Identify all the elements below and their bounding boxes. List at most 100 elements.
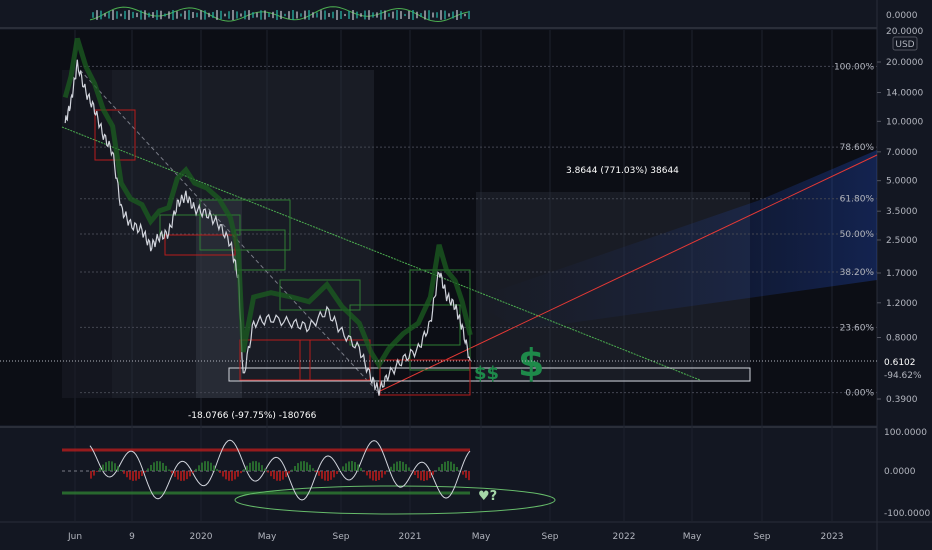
osc-histogram-bar bbox=[129, 471, 131, 480]
top-indicator-bar bbox=[168, 11, 170, 19]
osc-histogram-bar bbox=[267, 471, 269, 473]
osc-histogram-bar bbox=[153, 462, 155, 471]
osc-histogram-bar bbox=[450, 461, 452, 471]
osc-histogram-bar bbox=[102, 464, 104, 471]
top-indicator-bar bbox=[232, 10, 234, 20]
y-tick-label: 0.3900 bbox=[886, 395, 918, 405]
top-indicator-bar bbox=[264, 10, 266, 20]
osc-histogram-bar bbox=[126, 471, 128, 478]
osc-histogram-bar bbox=[99, 468, 101, 471]
top-indicator-bar bbox=[248, 10, 250, 20]
y-tick-label: 3.5000 bbox=[886, 207, 918, 217]
x-tick-label: May bbox=[258, 532, 277, 542]
top-indicator-bar bbox=[188, 10, 190, 20]
fib-label: 100.00% bbox=[834, 62, 874, 72]
x-tick-label: Sep bbox=[542, 532, 559, 542]
osc-histogram-bar bbox=[270, 471, 272, 477]
osc-histogram-bar bbox=[249, 462, 251, 471]
top-indicator-bar bbox=[456, 10, 458, 20]
osc-histogram-bar bbox=[399, 461, 401, 471]
osc-histogram-bar bbox=[393, 463, 395, 471]
osc-histogram-bar bbox=[273, 471, 275, 480]
osc-histogram-bar bbox=[201, 462, 203, 471]
osc-histogram-bar bbox=[366, 471, 368, 476]
top-indicator-bar bbox=[336, 10, 338, 20]
top-indicator-bar bbox=[140, 10, 142, 20]
top-indicator-bar bbox=[148, 12, 150, 18]
measure-up-label: 3.8644 (771.03%) 38644 bbox=[566, 166, 679, 176]
fib-label: 38.20% bbox=[840, 268, 875, 278]
osc-histogram-bar bbox=[183, 471, 185, 481]
osc-histogram-bar bbox=[438, 467, 440, 471]
osc-histogram-bar bbox=[123, 471, 125, 474]
osc-histogram-bar bbox=[345, 463, 347, 471]
osc-histogram-bar bbox=[225, 471, 227, 480]
osc-y-tick-label: -100.0000 bbox=[884, 509, 930, 519]
top-indicator-bar bbox=[196, 12, 198, 18]
osc-histogram-bar bbox=[354, 462, 356, 471]
osc-histogram-bar bbox=[408, 467, 410, 471]
osc-histogram-bar bbox=[144, 471, 146, 473]
top-indicator-bar bbox=[224, 13, 226, 17]
top-indicator-bar bbox=[208, 12, 210, 18]
top-indicator-bar bbox=[156, 10, 158, 20]
top-indicator-bar bbox=[364, 10, 366, 20]
osc-histogram-bar bbox=[207, 461, 209, 471]
osc-histogram-bar bbox=[150, 464, 152, 471]
osc-histogram-bar bbox=[306, 462, 308, 471]
top-indicator-bar bbox=[240, 13, 242, 17]
osc-histogram-bar bbox=[285, 471, 287, 478]
top-indicator-bar bbox=[344, 13, 346, 17]
top-indicator-bar bbox=[432, 12, 434, 18]
top-indicator-bar bbox=[212, 11, 214, 19]
osc-histogram-bar bbox=[321, 471, 323, 479]
top-indicator-bar bbox=[416, 11, 418, 19]
top-indicator-bar bbox=[320, 10, 322, 20]
top-indicator-bar bbox=[316, 12, 318, 18]
y-tick-label: 0.8000 bbox=[886, 334, 918, 344]
top-indicator-bar bbox=[308, 10, 310, 20]
top-indicator-bar bbox=[288, 11, 290, 19]
chart-canvas[interactable]: 100.00% 78.60% 61.80% 50.00% 38.20% 23.60% 0.0… bbox=[0, 0, 932, 550]
top-indicator-bar bbox=[268, 12, 270, 18]
top-indicator-bar bbox=[328, 13, 330, 17]
top-indicator-bar bbox=[348, 11, 350, 19]
osc-histogram-bar bbox=[420, 471, 422, 481]
osc-histogram-bar bbox=[282, 471, 284, 480]
top-indicator-bar bbox=[272, 11, 274, 19]
osc-histogram-bar bbox=[132, 471, 134, 481]
osc-histogram-bar bbox=[456, 467, 458, 471]
osc-histogram-bar bbox=[105, 462, 107, 471]
top-indicator-bar bbox=[404, 13, 406, 17]
y-tick-label: 10.0000 bbox=[886, 117, 923, 127]
osc-histogram-bar bbox=[309, 464, 311, 471]
osc-histogram-bar bbox=[429, 471, 431, 479]
top-indicator-bar bbox=[92, 12, 94, 18]
current-price-tag: 0.6102 bbox=[884, 358, 916, 368]
osc-histogram-bar bbox=[468, 471, 470, 481]
osc-histogram-bar bbox=[432, 471, 434, 475]
top-indicator-bar bbox=[300, 13, 302, 17]
osc-histogram-bar bbox=[213, 465, 215, 471]
osc-histogram-bar bbox=[297, 463, 299, 471]
osc-histogram-bar bbox=[318, 471, 320, 476]
osc-histogram-bar bbox=[342, 466, 344, 471]
y-tick-label: 1.7000 bbox=[886, 269, 918, 279]
osc-histogram-bar bbox=[372, 471, 374, 481]
fib-label: 50.00% bbox=[840, 230, 875, 240]
osc-histogram-bar bbox=[330, 471, 332, 480]
osc-histogram-bar bbox=[324, 471, 326, 481]
top-indicator-bar bbox=[400, 11, 402, 19]
top-indicator-bar bbox=[116, 11, 118, 19]
osc-histogram-bar bbox=[339, 470, 341, 471]
double-dollar-annotation: $$ bbox=[474, 363, 499, 384]
osc-histogram-bar bbox=[369, 471, 371, 479]
osc-histogram-bar bbox=[384, 471, 386, 475]
x-tick-label: May bbox=[683, 532, 702, 542]
top-indicator-bar bbox=[304, 10, 306, 20]
osc-histogram-bar bbox=[174, 471, 176, 477]
osc-histogram-bar bbox=[381, 471, 383, 478]
top-indicator-bar bbox=[112, 10, 114, 20]
osc-histogram-bar bbox=[288, 471, 290, 474]
osc-histogram-bar bbox=[192, 471, 194, 473]
